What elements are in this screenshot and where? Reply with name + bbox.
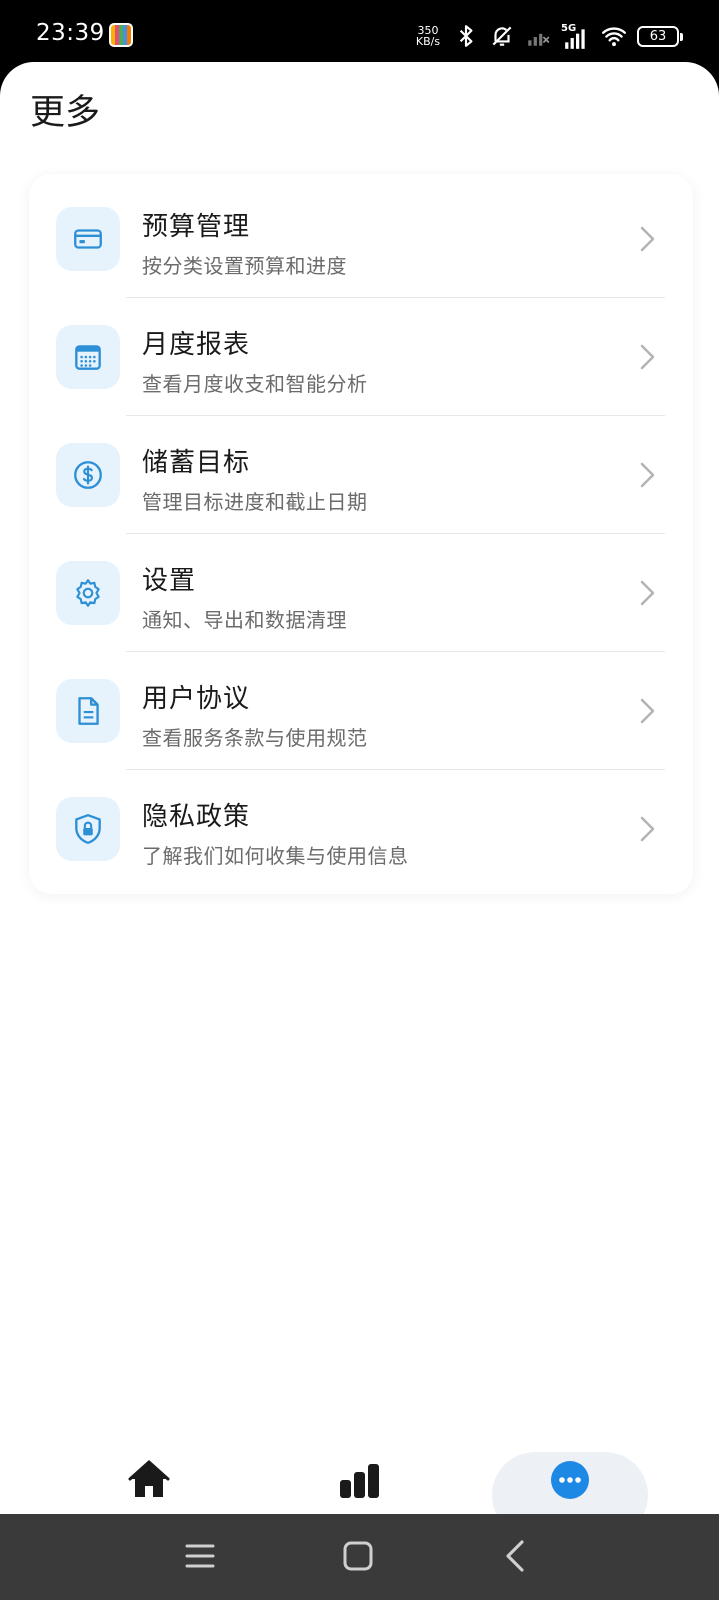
system-nav-bar (0, 1514, 719, 1600)
menu-item-subtitle: 查看服务条款与使用规范 (142, 726, 368, 750)
menu-item-subtitle: 查看月度收支和智能分析 (142, 372, 368, 396)
bar-chart-icon (340, 1464, 379, 1498)
app-screen: 更多 预算管理 按分类设置预算和进度 月度报表 查看月度收支和智能分析 储蓄目标… (0, 62, 719, 1514)
bell-off-icon (492, 26, 512, 46)
chevron-right-icon (640, 580, 655, 606)
network-speed-unit: KB/s (415, 35, 441, 48)
menu-item-subtitle: 了解我们如何收集与使用信息 (142, 844, 409, 868)
chevron-right-icon (640, 344, 655, 370)
gear-icon (56, 561, 120, 625)
dollar-circle-icon (56, 443, 120, 507)
page-title: 更多 (30, 93, 101, 133)
chevron-right-icon (640, 226, 655, 252)
back-icon[interactable] (496, 1536, 536, 1576)
menu-item-title: 月度报表 (142, 330, 251, 360)
home-square-icon[interactable] (338, 1536, 378, 1576)
menu-item-privacy-policy[interactable]: 隐私政策 了解我们如何收集与使用信息 (29, 770, 693, 888)
tab-statistics[interactable]: 统计 (285, 1428, 435, 1542)
calendar-icon (56, 325, 120, 389)
menu-item-title: 预算管理 (142, 212, 251, 242)
shield-lock-icon (56, 797, 120, 861)
menu-item-monthly-report[interactable]: 月度报表 查看月度收支和智能分析 (29, 298, 693, 416)
document-icon (56, 679, 120, 743)
signal-5g-icon: 5G (561, 23, 591, 49)
tab-bookkeeping[interactable]: 记账 (74, 1428, 224, 1542)
menu-item-subtitle: 按分类设置预算和进度 (142, 254, 347, 278)
signal-empty-icon (528, 33, 550, 46)
chevron-right-icon (640, 816, 655, 842)
menu-item-user-agreement[interactable]: 用户协议 查看服务条款与使用规范 (29, 652, 693, 770)
menu-item-savings-goal[interactable]: 储蓄目标 管理目标进度和截止日期 (29, 416, 693, 534)
menu-item-budget[interactable]: 预算管理 按分类设置预算和进度 (29, 180, 693, 298)
bottom-tab-bar: 记账 统计 更多 (0, 1428, 719, 1542)
menu-item-title: 隐私政策 (142, 802, 251, 832)
chevron-right-icon (640, 698, 655, 724)
menu-item-title: 设置 (142, 566, 197, 596)
bluetooth-icon (459, 25, 473, 47)
chevron-right-icon (640, 462, 655, 488)
home-icon (128, 1460, 170, 1497)
status-time: 23:39 (36, 20, 105, 46)
wifi-icon (601, 27, 627, 47)
menu-item-subtitle: 管理目标进度和截止日期 (142, 490, 368, 514)
menu-item-title: 用户协议 (142, 684, 251, 714)
menu-item-subtitle: 通知、导出和数据清理 (142, 608, 347, 632)
menu-icon[interactable] (180, 1536, 220, 1576)
status-icons: 350 KB/s 5G 63 (413, 20, 683, 52)
tab-more[interactable]: 更多 (495, 1428, 645, 1542)
menu-item-settings[interactable]: 设置 通知、导出和数据清理 (29, 534, 693, 652)
credit-card-icon (56, 207, 120, 271)
menu-item-title: 储蓄目标 (142, 448, 251, 478)
network-speed: 350 KB/s (413, 25, 443, 47)
menu-card: 预算管理 按分类设置预算和进度 月度报表 查看月度收支和智能分析 储蓄目标 管理… (29, 174, 693, 894)
more-dots-icon (551, 1461, 589, 1499)
app-notification-icon (109, 23, 133, 47)
battery-icon: 63 (637, 25, 683, 47)
